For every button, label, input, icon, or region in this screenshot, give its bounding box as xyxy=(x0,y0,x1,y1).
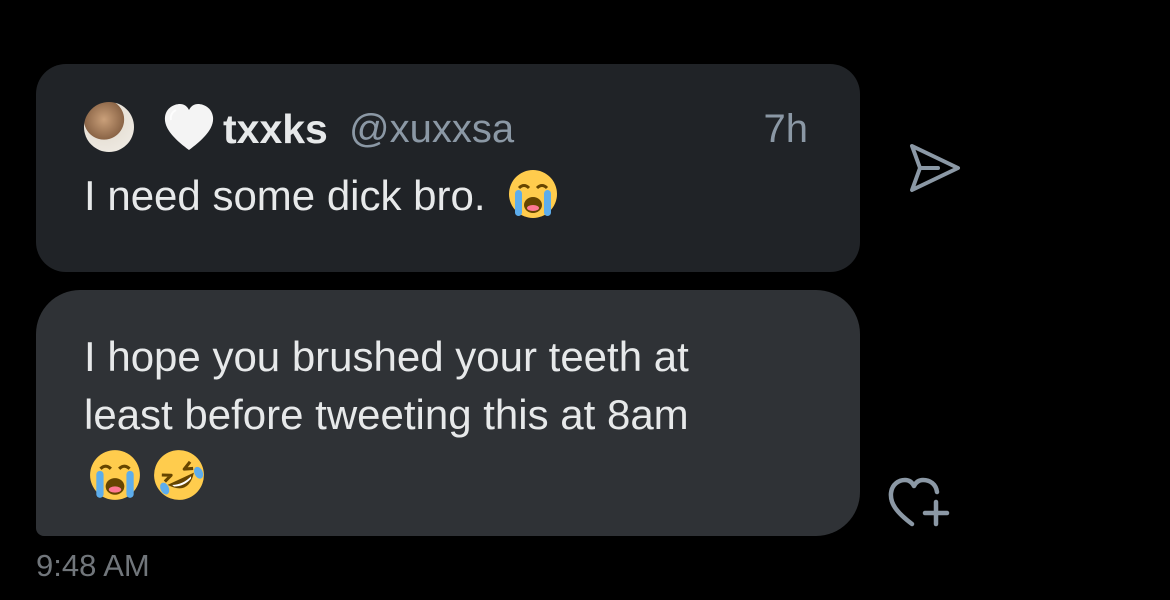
heart-plus-icon[interactable] xyxy=(884,470,956,532)
post-time-ago: 7h xyxy=(763,107,809,151)
reply-line-1: I hope you brushed your teeth at xyxy=(84,333,689,380)
quoted-post-text: I need some dick bro. xyxy=(84,168,559,224)
rolling-on-floor-laughing-face-icon xyxy=(154,450,204,500)
loudly-crying-face-icon xyxy=(90,450,140,500)
reply-emojis xyxy=(88,448,206,504)
quoted-post-text-content: I need some dick bro. xyxy=(84,172,486,219)
author-avatar[interactable] xyxy=(84,102,134,152)
message-timestamp: 9:48 AM xyxy=(36,548,150,583)
reply-message-text: I hope you brushed your teeth at least b… xyxy=(84,328,824,444)
author-handle[interactable]: @xuxxsa xyxy=(349,104,514,154)
reply-message-bubble[interactable]: I hope you brushed your teeth at least b… xyxy=(36,290,860,536)
send-icon[interactable] xyxy=(904,140,964,196)
white-heart-icon xyxy=(164,104,214,150)
reply-line-2: least before tweeting this at 8am xyxy=(84,391,689,438)
quoted-post-card[interactable]: txxks @xuxxsa 7h I need some dick bro. xyxy=(36,64,860,272)
author-name[interactable]: txxks xyxy=(223,104,328,154)
loudly-crying-face-icon xyxy=(509,170,558,218)
